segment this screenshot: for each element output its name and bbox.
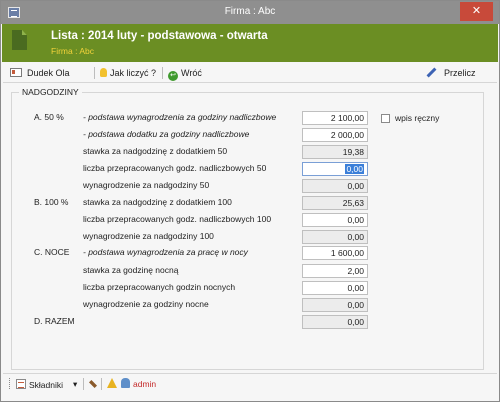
back-button[interactable]: ↩ Wróć (168, 66, 202, 81)
section-c-label: C. NOCE (34, 247, 70, 257)
row-label: wynagrodzenie za nadgodziny 50 (83, 180, 210, 190)
row-label: stawka za godzinę nocną (83, 265, 179, 275)
document-icon (12, 30, 27, 50)
components-dropdown[interactable]: ▾ (73, 378, 77, 390)
pen-icon (426, 67, 437, 78)
warning-icon (107, 378, 117, 388)
row-label: wynagrodzenie za godziny nocne (83, 299, 209, 309)
current-user[interactable]: admin (121, 378, 156, 390)
close-icon: ✕ (471, 5, 482, 17)
close-button[interactable]: ✕ (460, 2, 493, 21)
employee-name: Dudek Ola (27, 68, 70, 78)
toolbar-divider (162, 67, 163, 79)
how-calculate-button[interactable]: Jak liczyć ? (100, 66, 156, 80)
selected-value: 0,00 (345, 164, 364, 174)
window-title: Firma : Abc (224, 6, 276, 17)
title-bar[interactable]: Firma : Abc ✕ (1, 1, 499, 24)
row-label: liczba przepracowanych godz. nadliczbowy… (83, 214, 272, 224)
lightbulb-icon (100, 68, 107, 77)
group-legend: NADGODZINY (19, 87, 82, 97)
recalculate-label: Przelicz (444, 68, 476, 78)
user-name: admin (133, 379, 157, 389)
employee-card-icon (10, 68, 22, 77)
total-value-field[interactable]: 0,00 (302, 315, 368, 329)
value-field[interactable]: 2 100,00 (302, 111, 368, 125)
section-b-label: B. 100 % (34, 197, 69, 207)
value-field[interactable]: 2 000,00 (302, 128, 368, 142)
how-calculate-label: Jak liczyć ? (110, 68, 157, 78)
row-label: wynagrodzenie za nadgodziny 100 (83, 231, 214, 241)
value-field[interactable]: 0,00 (302, 298, 368, 312)
value-field[interactable]: 2,00 (302, 264, 368, 278)
value-field[interactable]: 0,00 (302, 281, 368, 295)
components-button[interactable]: Składniki (9, 378, 63, 390)
row-label: liczba przepracowanych godzin nocnych (83, 282, 236, 292)
value-field[interactable]: 0,00 (302, 213, 368, 227)
list-icon (16, 379, 26, 389)
status-divider (101, 378, 102, 390)
status-divider (83, 378, 84, 390)
main-window: Firma : Abc ✕ Lista : 2014 luty - podsta… (0, 0, 500, 402)
value-field[interactable]: 19,38 (302, 145, 368, 159)
toolbar-divider (94, 67, 95, 79)
components-label: Składniki (29, 380, 64, 390)
row-label: stawka za nadgodzinę z dodatkiem 100 (83, 197, 232, 207)
employee-button[interactable]: Dudek Ola (10, 66, 70, 80)
manual-entry-label: wpis ręczny (395, 113, 440, 123)
warnings-button[interactable] (107, 378, 117, 390)
row-label: - podstawa dodatku za godziny nadliczbow… (83, 129, 250, 139)
back-arrow-icon: ↩ (168, 71, 178, 81)
toolbar: Dudek Ola Jak liczyć ? ↩ Wróć Przelicz (3, 63, 497, 83)
clear-button[interactable] (89, 378, 97, 390)
value-field[interactable]: 0,00 (302, 230, 368, 244)
section-a-label: A. 50 % (34, 112, 64, 122)
grip-icon (9, 378, 12, 389)
recalculate-button[interactable]: Przelicz (426, 66, 476, 80)
value-field[interactable]: 1 600,00 (302, 246, 368, 260)
back-label: Wróć (181, 68, 202, 78)
value-field[interactable]: 25,63 (302, 196, 368, 210)
company-subtitle: Firma : Abc (51, 46, 94, 56)
status-bar: Składniki ▾ admin (3, 373, 497, 393)
list-title: Lista : 2014 luty - podstawowa - otwarta (51, 30, 268, 42)
row-label: - podstawa wynagrodzenia za godziny nadl… (83, 112, 277, 122)
section-d-label: D. RAZEM (34, 316, 75, 326)
list-header: Lista : 2014 luty - podstawowa - otwarta… (2, 24, 498, 62)
value-field[interactable]: 0,00 (302, 179, 368, 193)
broom-icon (89, 380, 97, 388)
chevron-down-icon: ▾ (73, 379, 78, 389)
row-label: - podstawa wynagrodzenia za pracę w nocy (83, 247, 248, 257)
user-icon (121, 378, 130, 388)
row-label: stawka za nadgodzinę z dodatkiem 50 (83, 146, 228, 156)
manual-entry-checkbox[interactable] (381, 114, 390, 123)
value-field-focused[interactable]: 0,00 (302, 162, 368, 176)
row-label: liczba przepracowanych godz. nadliczbowy… (83, 163, 267, 173)
